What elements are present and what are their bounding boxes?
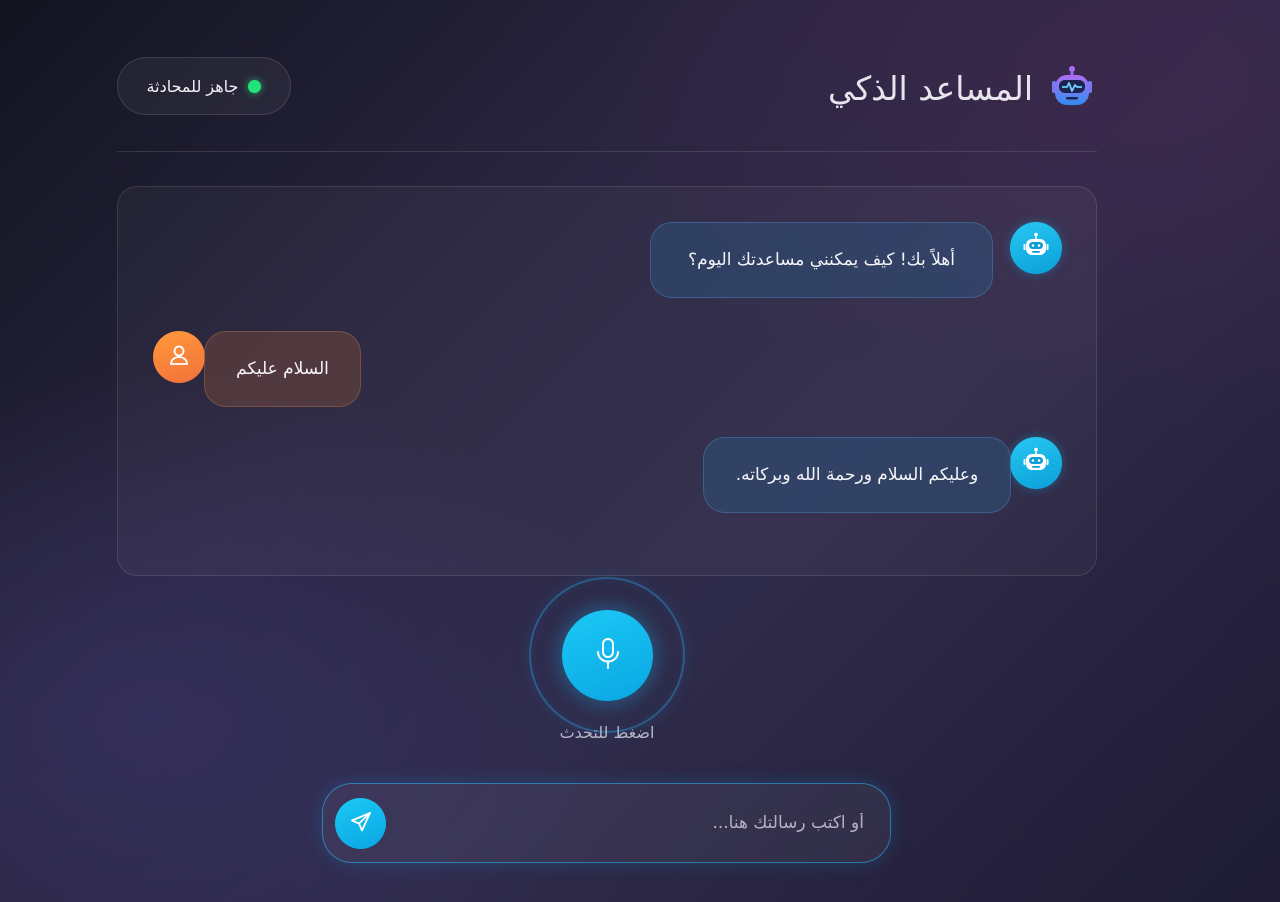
- status-text: جاهز للمحادثة: [146, 76, 239, 96]
- user-avatar: [153, 331, 205, 383]
- chat-bubble: السلام عليكم: [204, 331, 361, 407]
- app-header: المساعد الذكي جاهز للمحادثة: [117, 55, 1097, 121]
- user-icon: [166, 342, 192, 372]
- mic-label: اضغط للتحدث: [559, 723, 655, 742]
- send-button[interactable]: [335, 798, 386, 849]
- robot-icon: [1021, 231, 1051, 265]
- robot-icon: [1021, 446, 1051, 480]
- message-input[interactable]: [424, 802, 864, 844]
- mic-button[interactable]: [562, 610, 653, 701]
- message-bot: أهلاً بك! كيف يمكنني مساعدتك اليوم؟: [118, 187, 1098, 307]
- chat-panel[interactable]: أهلاً بك! كيف يمكنني مساعدتك اليوم؟ السل…: [117, 186, 1097, 576]
- app-title: المساعد الذكي: [827, 68, 1033, 108]
- chat-bubble: أهلاً بك! كيف يمكنني مساعدتك اليوم؟: [650, 222, 993, 298]
- chat-bubble: وعليكم السلام ورحمة الله وبركاته.: [703, 437, 1011, 513]
- header-divider: [117, 151, 1097, 152]
- composer: [322, 783, 891, 863]
- send-icon: [349, 810, 373, 837]
- status-badge: جاهز للمحادثة: [117, 57, 291, 115]
- status-online-dot: [248, 79, 262, 93]
- message-bot: وعليكم السلام ورحمة الله وبركاته.: [118, 427, 1098, 547]
- bot-avatar: [1010, 222, 1062, 274]
- bot-avatar: [1010, 437, 1062, 489]
- brand: المساعد الذكي: [828, 63, 1097, 113]
- message-user: السلام عليكم: [118, 307, 1098, 427]
- robot-icon: [1047, 63, 1097, 113]
- microphone-icon: [593, 637, 623, 675]
